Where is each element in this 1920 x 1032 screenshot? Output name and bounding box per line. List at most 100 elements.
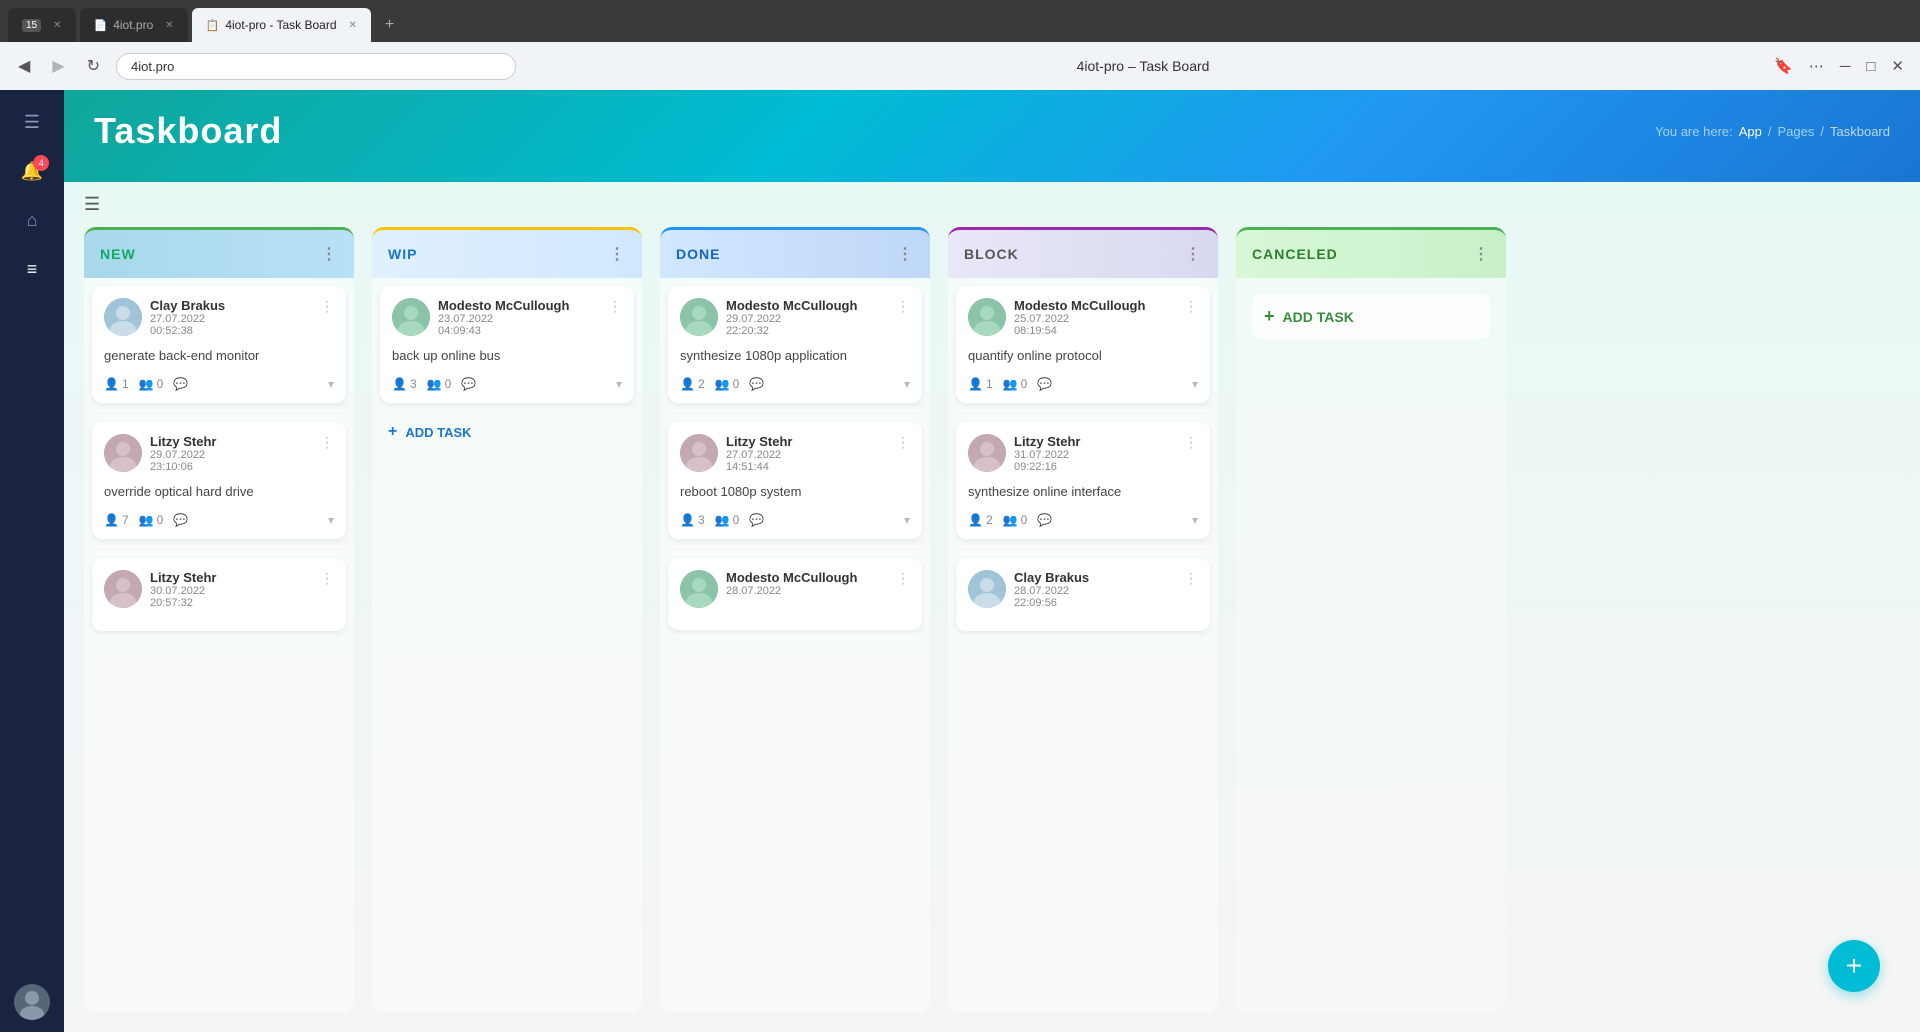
- card-menu-icon[interactable]: ⋮: [896, 570, 910, 587]
- task-card: Modesto McCullough 25.07.202208:19:54 ⋮ …: [956, 286, 1210, 403]
- card-date: 28.07.202222:09:56: [1014, 585, 1176, 609]
- browser-menu-btn[interactable]: ⋯: [1805, 53, 1828, 79]
- task-card: Modesto McCullough 23.07.202204:09:43 ⋮ …: [380, 286, 634, 403]
- card-expand-icon[interactable]: ▾: [328, 513, 334, 527]
- browser-minimize-btn[interactable]: ─: [1836, 54, 1855, 79]
- card-date: 27.07.202214:51:44: [726, 449, 888, 473]
- card-name: Clay Brakus: [1014, 570, 1176, 585]
- card-name: Modesto McCullough: [726, 570, 888, 585]
- browser-close-btn[interactable]: ✕: [1887, 53, 1908, 79]
- browser-bookmark-btn[interactable]: 🔖: [1770, 53, 1797, 79]
- board-menu-icon[interactable]: ☰: [84, 194, 100, 214]
- card-menu-icon[interactable]: ⋮: [320, 298, 334, 315]
- column-header-new: NEW ⋮: [84, 227, 354, 278]
- add-task-button[interactable]: + ADD TASK: [380, 413, 634, 451]
- card-title: override optical hard drive: [104, 483, 334, 501]
- avatar: [968, 434, 1006, 472]
- card-name: Litzy Stehr: [150, 434, 312, 449]
- app-title: Taskboard: [94, 110, 282, 152]
- column-canceled-menu[interactable]: ⋮: [1473, 244, 1490, 264]
- forward-button[interactable]: ▶: [46, 52, 70, 80]
- card-title: generate back-end monitor: [104, 347, 334, 365]
- task-card: Litzy Stehr 31.07.202209:22:16 ⋮ synthes…: [956, 422, 1210, 539]
- card-name: Modesto McCullough: [438, 298, 600, 313]
- card-footer: 👤 3 👥 0 💬 ▾: [680, 513, 910, 527]
- sidebar-home-icon[interactable]: ⌂: [17, 200, 48, 241]
- column-new-body: Clay Brakus 27.07.202200:52:38 ⋮ generat…: [84, 278, 354, 1012]
- task-card: Litzy Stehr 27.07.202214:51:44 ⋮ reboot …: [668, 422, 922, 539]
- card-menu-icon[interactable]: ⋮: [1184, 434, 1198, 451]
- task-card: Clay Brakus 27.07.202200:52:38 ⋮ generat…: [92, 286, 346, 403]
- sidebar-menu-icon[interactable]: ☰: [14, 102, 50, 143]
- avatar: [392, 298, 430, 336]
- card-title: synthesize online interface: [968, 483, 1198, 501]
- card-name: Clay Brakus: [150, 298, 312, 313]
- card-date: 29.07.202222:20:32: [726, 313, 888, 337]
- avatar: [104, 298, 142, 336]
- browser-tab-3[interactable]: 📋 4iot-pro - Task Board ✕: [192, 8, 371, 42]
- card-menu-icon[interactable]: ⋮: [896, 298, 910, 315]
- task-card: Modesto McCullough 29.07.202222:20:32 ⋮ …: [668, 286, 922, 403]
- sidebar-avatar[interactable]: [14, 984, 50, 1020]
- card-name: Litzy Stehr: [1014, 434, 1176, 449]
- breadcrumb: You are here: App / Pages / Taskboard: [1655, 124, 1890, 139]
- card-menu-icon[interactable]: ⋮: [896, 434, 910, 451]
- avatar: [680, 434, 718, 472]
- task-card: Litzy Stehr 30.07.202220:57:32 ⋮: [92, 558, 346, 631]
- browser-tab-1[interactable]: 15 ✕: [8, 8, 76, 42]
- card-date: 27.07.202200:52:38: [150, 313, 312, 337]
- board-columns: NEW ⋮ Clay Brakus 2: [64, 227, 1920, 1032]
- breadcrumb-pages[interactable]: Pages: [1778, 124, 1815, 139]
- browser-maximize-btn[interactable]: □: [1862, 54, 1879, 79]
- card-menu-icon[interactable]: ⋮: [1184, 298, 1198, 315]
- column-block-body: Modesto McCullough 25.07.202208:19:54 ⋮ …: [948, 278, 1218, 1012]
- card-expand-icon[interactable]: ▾: [1192, 513, 1198, 527]
- card-expand-icon[interactable]: ▾: [904, 377, 910, 391]
- avatar: [680, 298, 718, 336]
- card-expand-icon[interactable]: ▾: [904, 513, 910, 527]
- board-wrapper: ☰ NEW ⋮: [64, 182, 1920, 1032]
- card-title: quantify online protocol: [968, 347, 1198, 365]
- card-name: Litzy Stehr: [150, 570, 312, 585]
- sidebar-bell-icon[interactable]: 🔔 4: [11, 151, 53, 192]
- app-header: Taskboard You are here: App / Pages / Ta…: [64, 90, 1920, 182]
- card-expand-icon[interactable]: ▾: [616, 377, 622, 391]
- column-done-menu[interactable]: ⋮: [897, 244, 914, 264]
- card-date: 23.07.202204:09:43: [438, 313, 600, 337]
- card-date: 29.07.202223:10:06: [150, 449, 312, 473]
- card-title: reboot 1080p system: [680, 483, 910, 501]
- column-new-menu[interactable]: ⋮: [321, 244, 338, 264]
- add-task-button[interactable]: + ADD TASK: [1252, 294, 1490, 339]
- sidebar-list-icon[interactable]: ≡: [17, 249, 48, 290]
- fab-button[interactable]: +: [1828, 940, 1880, 992]
- tab-close-1[interactable]: ✕: [53, 20, 61, 31]
- breadcrumb-app[interactable]: App: [1739, 124, 1762, 139]
- browser-chrome: 15 ✕ 📄 4iot.pro ✕ 📋 4iot-pro - Task Boar…: [0, 0, 1920, 90]
- column-canceled-body: + ADD TASK: [1236, 278, 1506, 1012]
- card-date: 25.07.202208:19:54: [1014, 313, 1176, 337]
- avatar: [968, 570, 1006, 608]
- browser-tab-2[interactable]: 📄 4iot.pro ✕: [80, 8, 188, 42]
- card-menu-icon[interactable]: ⋮: [1184, 570, 1198, 587]
- notification-badge: 4: [33, 155, 49, 171]
- card-menu-icon[interactable]: ⋮: [608, 298, 622, 315]
- column-block-menu[interactable]: ⋮: [1185, 244, 1202, 264]
- card-menu-icon[interactable]: ⋮: [320, 434, 334, 451]
- card-footer: 👤 1 👥 0 💬 ▾: [968, 377, 1198, 391]
- plus-icon: +: [388, 423, 397, 441]
- column-wip-body: Modesto McCullough 23.07.202204:09:43 ⋮ …: [372, 278, 642, 1012]
- column-wip: WIP ⋮ Modesto McCullough 23.07.2: [372, 227, 642, 1012]
- new-tab-button[interactable]: +: [375, 8, 404, 42]
- card-date: 30.07.202220:57:32: [150, 585, 312, 609]
- card-name: Modesto McCullough: [1014, 298, 1176, 313]
- card-menu-icon[interactable]: ⋮: [320, 570, 334, 587]
- column-wip-menu[interactable]: ⋮: [609, 244, 626, 264]
- reload-button[interactable]: ↻: [81, 52, 106, 80]
- tab-close-2[interactable]: ✕: [165, 20, 173, 31]
- card-expand-icon[interactable]: ▾: [328, 377, 334, 391]
- tab-close-3[interactable]: ✕: [349, 20, 357, 31]
- back-button[interactable]: ◀: [12, 52, 36, 80]
- address-bar[interactable]: 4iot.pro: [116, 53, 516, 80]
- card-expand-icon[interactable]: ▾: [1192, 377, 1198, 391]
- column-header-block: BLOCK ⋮: [948, 227, 1218, 278]
